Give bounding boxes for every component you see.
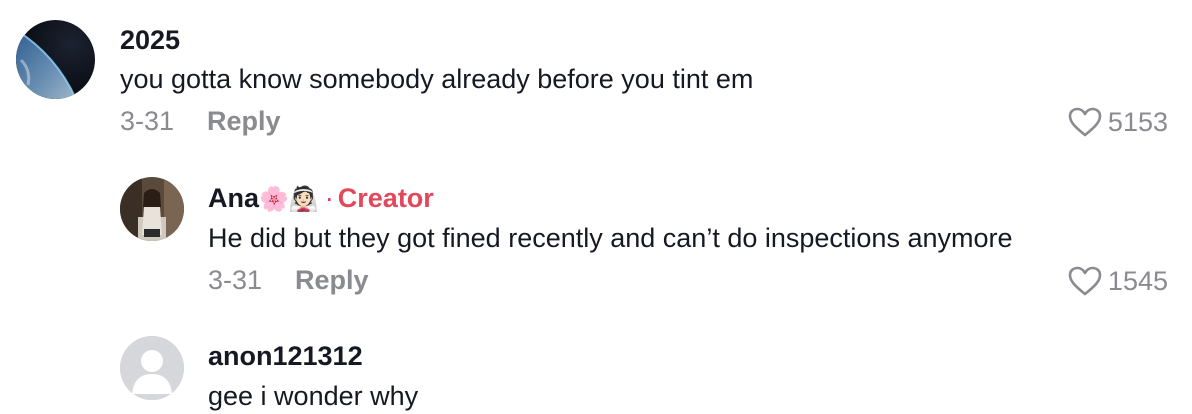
comment-meta: 3-31 Reply [120,108,281,135]
username-text[interactable]: Ana [208,183,259,213]
avatar[interactable] [120,336,184,400]
username-emoji: 🌸👰🏻 [259,186,319,213]
earth-avatar-icon [16,20,95,99]
default-user-icon [120,336,184,400]
comment-date: 3-31 [208,265,263,295]
comment-text: He did but they got fined recently and c… [208,223,1013,253]
comment-meta: 3-31 Reply [208,267,369,294]
avatar[interactable] [16,20,95,99]
avatar[interactable] [120,177,184,241]
creator-separator: · [324,183,334,213]
comment-username: anon121312 [208,343,363,370]
creator-badge: Creator [337,183,434,213]
like-count: 5153 [1107,106,1168,137]
comment-date: 3-31 [120,106,175,136]
username-text[interactable]: anon121312 [208,341,363,371]
reply-button[interactable]: Reply [295,267,369,294]
profile-photo-icon [120,177,184,241]
reply-button[interactable]: Reply [207,108,281,135]
like-count: 1545 [1107,265,1168,296]
comment-text: you gotta know somebody already before y… [120,64,754,94]
heart-icon [1068,107,1102,137]
like-button[interactable]: 5153 [1068,107,1168,137]
username-text[interactable]: 2025 [120,25,180,55]
comment-username[interactable]: 2025 [120,27,180,54]
heart-icon [1068,266,1102,296]
comment-username: Ana🌸👰🏻 · Creator [208,185,434,212]
comment-text: gee i wonder why [208,381,419,411]
like-button[interactable]: 1545 [1068,266,1168,296]
